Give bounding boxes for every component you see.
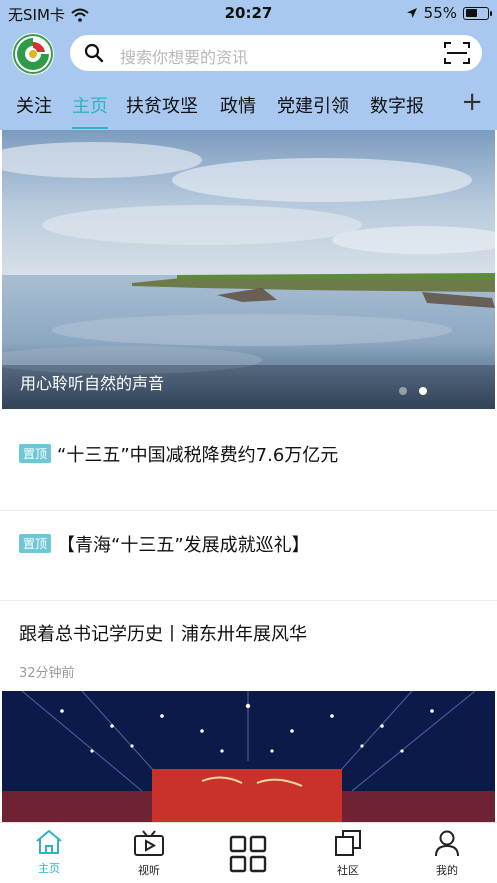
nav-home[interactable]: 主页 <box>19 829 79 876</box>
tab-politics[interactable]: 政情 <box>220 92 256 118</box>
app-logo[interactable] <box>12 33 54 75</box>
battery-fill <box>465 9 478 17</box>
banner-caption: 用心聆听自然的声音 <box>20 374 165 393</box>
nav-video[interactable]: 视听 <box>119 829 179 878</box>
carousel-dots <box>399 387 427 395</box>
add-tab-button[interactable]: + <box>461 89 483 115</box>
nav-home-label: 主页 <box>38 862 60 875</box>
home-icon <box>36 829 62 854</box>
pinned-badge: 置顶 <box>19 444 52 463</box>
news-title: 置顶 【青海“十三五”发展成就巡礼】 <box>19 531 310 557</box>
news-title-text: “十三五”中国减税降费约7.6万亿元 <box>57 445 339 466</box>
news-title-text: 【青海“十三五”发展成就巡礼】 <box>57 535 310 556</box>
news-timestamp: 32分钟前 <box>19 666 75 681</box>
tab-home[interactable]: 主页 <box>72 92 108 118</box>
search-icon <box>84 43 104 63</box>
news-item-1[interactable]: 置顶 “十三五”中国减税降费约7.6万亿元 <box>0 409 497 511</box>
nav-video-label: 视听 <box>138 864 160 877</box>
nav-profile[interactable]: 我的 <box>417 829 477 878</box>
logo-icon <box>13 34 53 74</box>
community-icon <box>335 830 361 856</box>
battery-icon <box>463 6 492 20</box>
location-arrow-icon <box>406 8 417 18</box>
nav-services-grid[interactable] <box>218 835 278 876</box>
tab-poverty-alleviation[interactable]: 扶贫攻坚 <box>126 92 198 118</box>
scan-icon[interactable] <box>444 41 470 65</box>
tab-party-building[interactable]: 党建引领 <box>277 92 349 118</box>
pinned-badge: 置顶 <box>19 534 52 553</box>
tab-digital-newspaper[interactable]: 数字报 <box>370 92 424 118</box>
search-placeholder[interactable]: 搜索你想要的资讯 <box>120 44 248 68</box>
status-right: 55% <box>406 4 492 22</box>
nav-profile-label: 我的 <box>436 864 458 877</box>
news-item-3[interactable]: 跟着总书记学历史丨浦东卅年展风华 32分钟前 <box>0 601 497 691</box>
nav-community[interactable]: 社区 <box>318 829 378 878</box>
news-item-2[interactable]: 置顶 【青海“十三五”发展成就巡礼】 <box>0 511 497 601</box>
grid-icon <box>229 835 267 873</box>
bottom-nav: 主页 视听 社区 我的 <box>0 822 497 883</box>
banner-carousel[interactable]: 用心聆听自然的声音 <box>2 130 495 409</box>
search-bar[interactable]: 搜索你想要的资讯 <box>70 35 482 71</box>
status-bar: 无SIM卡 20:27 55% <box>0 0 497 28</box>
tab-follow[interactable]: 关注 <box>16 92 52 118</box>
user-icon <box>435 830 459 857</box>
stage-image <box>2 691 495 822</box>
app-header: 无SIM卡 20:27 55% 搜索你想要的资讯 关注 主页 扶贫攻坚 政情 党… <box>0 0 497 130</box>
news-thumbnail[interactable] <box>2 691 495 822</box>
video-icon <box>134 830 164 856</box>
battery-percent: 55% <box>423 4 457 22</box>
nav-community-label: 社区 <box>337 864 359 877</box>
channel-tabs: 关注 主页 扶贫攻坚 政情 党建引领 数字报 + <box>0 88 497 129</box>
news-title-text: 跟着总书记学历史丨浦东卅年展风华 <box>19 624 307 645</box>
banner-image <box>2 130 495 409</box>
carousel-dot-2[interactable] <box>419 387 427 395</box>
carousel-dot-1[interactable] <box>399 387 407 395</box>
news-title: 置顶 “十三五”中国减税降费约7.6万亿元 <box>19 441 338 467</box>
active-tab-indicator <box>72 127 108 129</box>
